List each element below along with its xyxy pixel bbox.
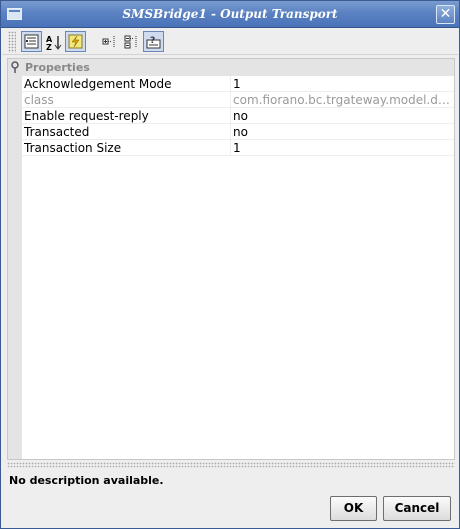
collapse-all-icon bbox=[124, 35, 137, 49]
show-description-icon: ? bbox=[146, 36, 161, 49]
cancel-button[interactable]: Cancel bbox=[383, 496, 451, 521]
svg-text:Z: Z bbox=[46, 43, 52, 51]
property-name: Enable request-reply bbox=[24, 109, 149, 123]
property-row[interactable]: class com.fiorano.bc.trgateway.model.dm.… bbox=[22, 92, 454, 108]
expand-all-button[interactable] bbox=[99, 31, 120, 52]
property-value[interactable]: no bbox=[233, 108, 453, 124]
categorized-view-icon bbox=[24, 34, 39, 49]
property-row[interactable]: Acknowledgement Mode 1 bbox=[22, 76, 454, 92]
window-title: SMSBridge1 - Output Transport bbox=[122, 7, 338, 21]
property-name: class bbox=[24, 93, 54, 107]
property-value[interactable]: 1 bbox=[233, 140, 453, 156]
property-value: com.fiorano.bc.trgateway.model.dm... bbox=[233, 93, 453, 107]
property-row[interactable]: Enable request-reply no bbox=[22, 108, 454, 124]
category-toggle-icon[interactable] bbox=[10, 61, 20, 74]
title-bar[interactable]: SMSBridge1 - Output Transport ✕ bbox=[1, 1, 459, 28]
dialog-window: SMSBridge1 - Output Transport ✕ A Z ? Pr… bbox=[0, 0, 460, 529]
category-label: Properties bbox=[25, 61, 90, 74]
collapse-all-button[interactable] bbox=[121, 31, 142, 52]
description-text: No description available. bbox=[9, 474, 164, 487]
property-name: Transaction Size bbox=[24, 141, 122, 155]
category-row-properties[interactable]: Properties bbox=[8, 59, 454, 76]
toolbar-grip[interactable] bbox=[8, 31, 16, 53]
description-splitter[interactable] bbox=[7, 462, 455, 468]
property-row[interactable]: Transacted no bbox=[22, 124, 454, 140]
ok-button[interactable]: OK bbox=[330, 496, 377, 521]
sort-alphabetical-icon: A Z bbox=[46, 35, 62, 51]
property-value[interactable]: no bbox=[233, 124, 453, 140]
show-description-button[interactable]: ? bbox=[143, 31, 164, 52]
expand-all-icon bbox=[102, 36, 115, 47]
close-button[interactable]: ✕ bbox=[436, 5, 455, 24]
property-gutter bbox=[8, 59, 22, 459]
toolbar: A Z ? bbox=[2, 29, 458, 55]
property-row[interactable]: Transaction Size 1 bbox=[22, 140, 454, 156]
property-name: Acknowledgement Mode bbox=[24, 77, 172, 91]
column-divider[interactable] bbox=[230, 76, 231, 156]
property-name: Transacted bbox=[24, 125, 90, 139]
property-sheet: Properties Acknowledgement Mode 1 class … bbox=[7, 58, 455, 460]
property-value[interactable]: 1 bbox=[233, 76, 453, 92]
show-expert-icon bbox=[68, 34, 83, 49]
sort-alphabetical-button[interactable]: A Z bbox=[43, 31, 64, 52]
categorized-view-button[interactable] bbox=[21, 31, 42, 52]
show-expert-button[interactable] bbox=[65, 31, 86, 52]
